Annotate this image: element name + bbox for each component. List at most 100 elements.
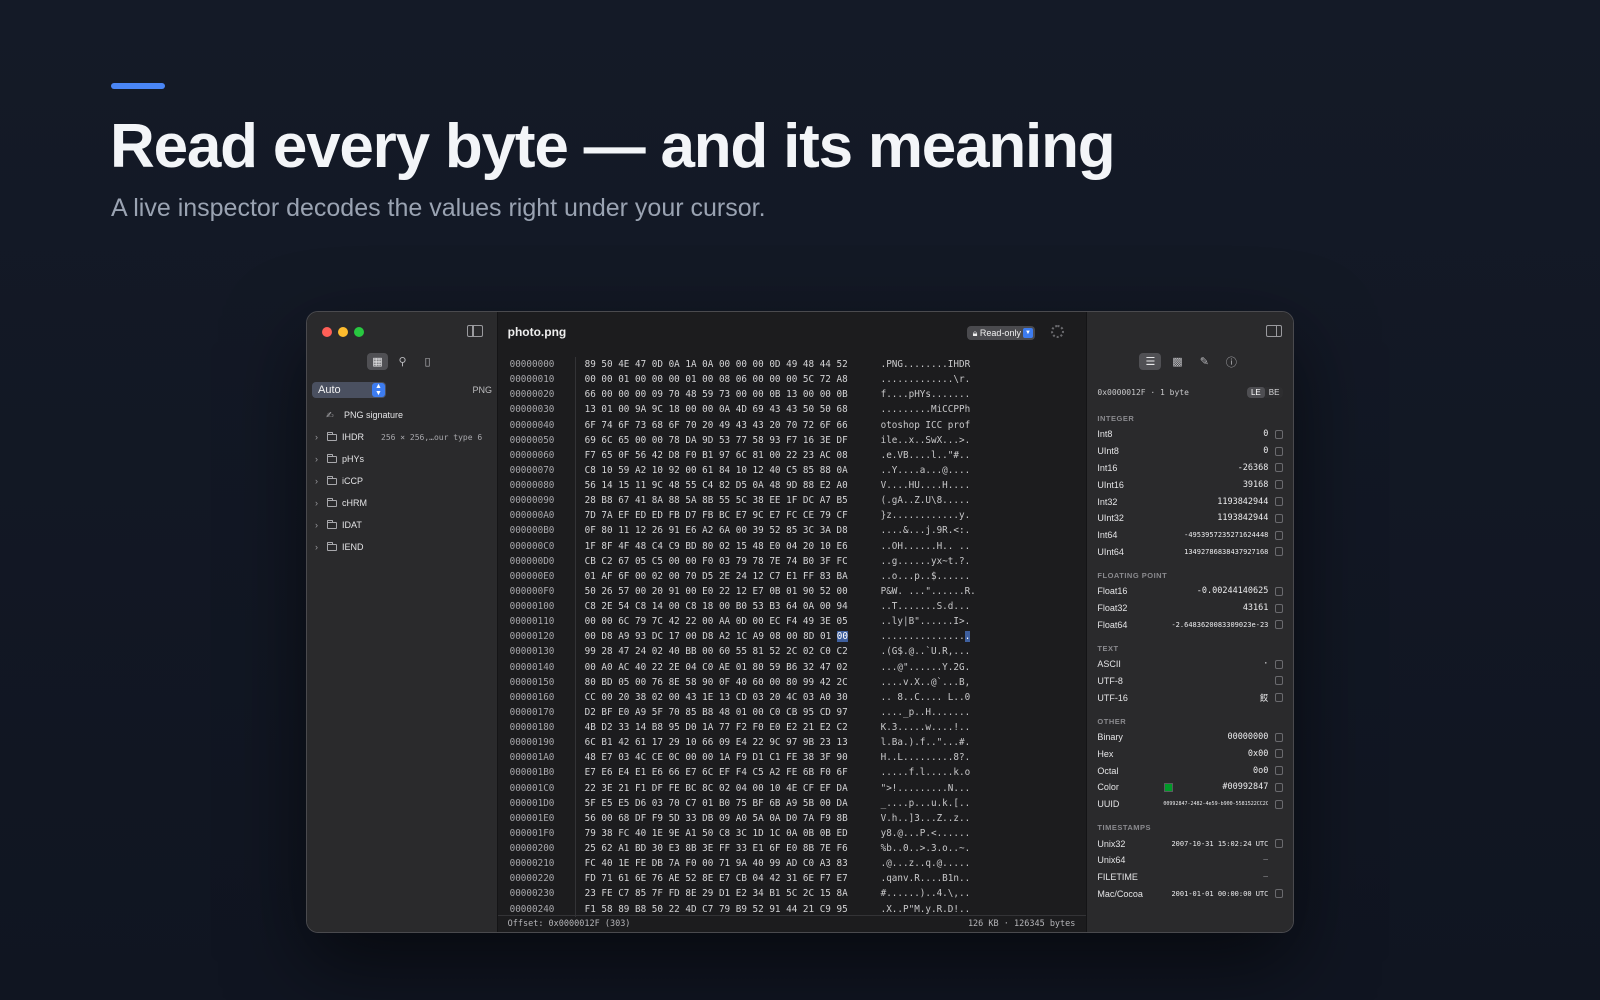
row-ascii[interactable]: %b..0..>.3.o..~. [881,841,971,856]
bookmark-icon[interactable]: ▯ [417,353,438,370]
copy-icon[interactable] [1275,889,1284,899]
row-bytes[interactable]: 6F 74 6F 73 68 6F 70 20 49 43 43 20 70 7… [585,418,864,433]
row-bytes[interactable]: 56 00 68 DF F9 5D 33 DB 09 A0 5A 0A D0 7… [585,811,864,826]
row-ascii[interactable]: ..OH......H.. .. [881,539,971,554]
row-bytes[interactable]: 50 26 57 00 20 91 00 E0 22 12 E7 0B 01 9… [585,584,864,599]
byte-cell[interactable]: 00 [585,631,596,642]
readonly-toggle[interactable]: 🔒︎ Read-only ▼ [966,326,1035,340]
byte-cell[interactable]: D8 [702,631,713,642]
copy-icon[interactable] [1275,463,1284,473]
copy-icon[interactable] [1275,497,1284,507]
row-bytes[interactable]: 00 A0 AC 40 22 2E 04 C0 AE 01 80 59 B6 3… [585,660,864,675]
row-ascii[interactable]: ...@"......Y.2G. [881,660,971,675]
row-ascii[interactable]: P&W. ..."......R. [881,584,976,599]
row-ascii[interactable]: y8.@...P.<...... [881,826,971,841]
chart-icon[interactable]: ▩ [1166,353,1188,370]
row-bytes[interactable]: D2 BF E0 A9 5F 70 85 B8 48 01 00 C0 CB 9… [585,705,864,720]
chevron-right-icon[interactable]: › [315,498,327,508]
row-ascii[interactable]: ..g......yx~t.?. [881,554,971,569]
row-bytes[interactable]: 48 E7 03 4C CE 0C 00 00 1A F9 D1 C1 FE 3… [585,750,864,765]
tree-item-png-signature[interactable]: ✍ PNG signature [307,404,498,426]
row-bytes[interactable]: 79 38 FC 40 1E 9E A1 50 C8 3C 1D 1C 0A 0… [585,826,864,841]
row-ascii[interactable]: (.gA..Z.U\8..... [881,493,971,508]
row-ascii[interactable]: l.Ba.).f.."...#. [881,735,971,750]
selected-byte[interactable]: 00 [836,631,848,643]
tree-item-ihdr[interactable]: › IHDR 256 × 256,…our type 6 [307,426,498,448]
byte-cell[interactable]: 00 [786,631,797,642]
row-bytes[interactable]: 25 62 A1 BD 30 E3 8B 3E FF 33 E1 6F E0 8… [585,841,864,856]
tree-item-idat[interactable]: › IDAT [307,514,498,536]
byte-cell[interactable]: 00 [685,631,696,642]
row-ascii[interactable]: .PNG........IHDR [881,357,971,372]
chevron-right-icon[interactable]: › [315,454,327,464]
copy-icon[interactable] [1275,429,1284,439]
pencil-icon[interactable]: ✎ [1193,353,1215,370]
chevron-right-icon[interactable]: › [315,476,327,486]
row-bytes[interactable]: C8 10 59 A2 10 92 00 61 84 10 12 40 C5 8… [585,463,864,478]
row-bytes[interactable]: 4B D2 33 14 B8 95 D0 1A 77 F2 F0 E0 E2 2… [585,720,864,735]
row-ascii[interactable]: H..L.........8?. [881,750,971,765]
copy-icon[interactable] [1275,766,1284,776]
copy-icon[interactable] [1275,530,1284,540]
row-ascii[interactable]: ....v.X..@`...B, [881,675,971,690]
row-bytes[interactable]: 0F 80 11 12 26 91 E6 A2 6A 00 39 52 85 3… [585,523,864,538]
byte-cell[interactable]: 93 [635,631,646,642]
row-bytes[interactable]: 23 FE C7 85 7F FD 8E 29 D1 E2 34 B1 5C 2… [585,886,864,901]
row-bytes[interactable]: 89 50 4E 47 0D 0A 1A 0A 00 00 00 0D 49 4… [585,357,864,372]
byte-cell[interactable]: 08 [770,631,781,642]
byte-cell[interactable]: 1C [736,631,747,642]
row-ascii[interactable]: V....HU....H.... [881,478,971,493]
row-bytes[interactable]: 00 00 6C 79 7C 42 22 00 AA 0D 00 EC F4 4… [585,614,864,629]
tree-item-iccp[interactable]: › iCCP [307,470,498,492]
chevron-right-icon[interactable]: › [315,520,327,530]
copy-icon[interactable] [1275,659,1284,669]
row-bytes[interactable]: 00 00 01 00 00 00 01 00 08 06 00 00 00 5… [585,372,864,387]
row-ascii[interactable]: .....f.l.....k.o [881,765,971,780]
row-bytes[interactable]: 7D 7A EF ED ED FB D7 FB BC E7 9C E7 FC C… [585,508,864,523]
tree-item-iend[interactable]: › IEND [307,536,498,558]
sidebar-toggle-icon[interactable] [467,325,483,337]
row-bytes[interactable]: 13 01 00 9A 9C 18 00 00 0A 4D 69 43 43 5… [585,402,864,417]
row-bytes[interactable]: 99 28 47 24 02 40 BB 00 60 55 81 52 2C 0… [585,644,864,659]
row-ascii[interactable]: ">!.........N... [881,781,971,796]
row-bytes[interactable]: 28 B8 67 41 8A 88 5A 8B 55 5C 38 EE 1F D… [585,493,864,508]
copy-icon[interactable] [1275,749,1284,759]
copy-icon[interactable] [1275,547,1284,557]
chevron-right-icon[interactable]: › [315,542,327,552]
info-icon[interactable]: ⓘ [1220,353,1242,370]
byte-cell[interactable]: A9 [618,631,629,642]
tree-item-phys[interactable]: › pHYs [307,448,498,470]
row-bytes[interactable]: 5F E5 E5 D6 03 70 C7 01 B0 75 BF 6B A9 5… [585,796,864,811]
copy-icon[interactable] [1275,586,1284,596]
row-bytes[interactable]: 56 14 15 11 9C 48 55 C4 82 D5 0A 48 9D 8… [585,478,864,493]
tree-item-chrm[interactable]: › cHRM [307,492,498,514]
copy-icon[interactable] [1275,446,1284,456]
row-bytes[interactable]: 6C B1 42 61 17 29 10 66 09 E4 22 9C 97 9… [585,735,864,750]
row-bytes[interactable]: 00 D8 A9 93 DC 17 00 D8 A2 1C A9 08 00 8… [585,629,864,644]
copy-icon[interactable] [1275,839,1284,849]
row-ascii[interactable]: ..Y....a...@.... [881,463,971,478]
row-bytes[interactable]: 1F 8F 4F 48 C4 C9 BD 80 02 15 48 E0 04 2… [585,539,864,554]
endian-le-button[interactable]: LE [1246,387,1265,398]
row-bytes[interactable]: 66 00 00 00 09 70 48 59 73 00 00 0B 13 0… [585,387,864,402]
row-bytes[interactable]: 22 3E 21 F1 DF FE BC 8C 02 04 00 10 4E C… [585,781,864,796]
row-bytes[interactable]: E7 E6 E4 E1 E6 66 E7 6C EF F4 C5 A2 FE 6… [585,765,864,780]
row-bytes[interactable]: 80 BD 05 00 76 8E 58 90 0F 40 60 00 80 9… [585,675,864,690]
inspector-toggle-icon[interactable] [1266,325,1283,337]
close-button[interactable] [322,327,332,337]
row-bytes[interactable]: FC 40 1E FE DB 7A F0 00 71 9A 40 99 AD C… [585,856,864,871]
row-ascii[interactable]: .........MiCCPPh [881,402,971,417]
row-ascii[interactable]: #......)..4.\,.. [881,886,971,901]
row-ascii[interactable]: ..ly|B"......I>. [881,614,971,629]
row-bytes[interactable]: CC 00 20 38 02 00 43 1E 13 CD 03 20 4C 0… [585,690,864,705]
row-ascii[interactable]: .............\r. [881,372,971,387]
byte-cell[interactable]: DC [652,631,663,642]
row-ascii[interactable]: ................ [881,629,971,644]
zoom-button[interactable] [354,327,364,337]
row-bytes[interactable]: F7 65 0F 56 42 D8 F0 B1 97 6C 81 00 22 2… [585,448,864,463]
copy-icon[interactable] [1275,603,1284,613]
row-ascii[interactable]: V.h..]3...Z..z.. [881,811,971,826]
row-ascii[interactable]: .@...z..q.@..... [881,856,971,871]
copy-icon[interactable] [1275,480,1284,490]
row-ascii[interactable]: .qanv.R....B1n.. [881,871,971,886]
